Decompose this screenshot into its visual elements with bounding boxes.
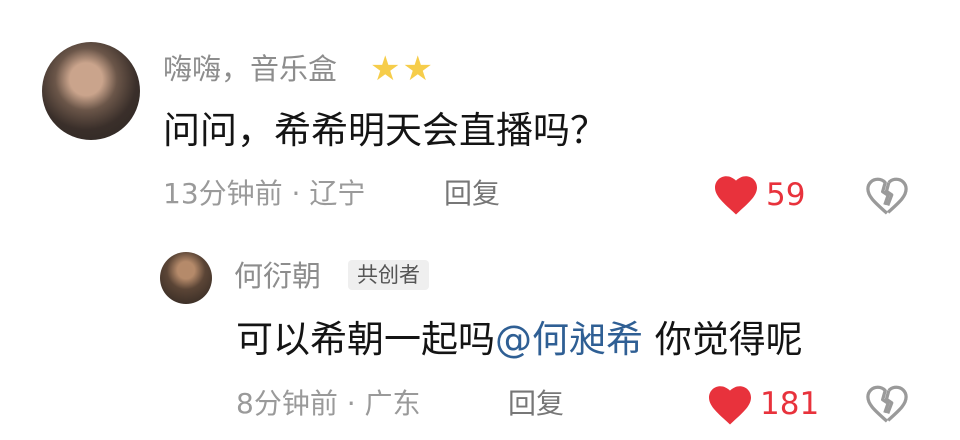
like-heart-icon[interactable]: [707, 384, 753, 426]
reply-meta: 8分钟前 · 广东: [236, 387, 421, 420]
comment-username[interactable]: 嗨嗨，音乐盒: [163, 49, 337, 89]
comment-text: 问问，希希明天会直播吗？: [163, 109, 607, 152]
reply-text-suffix: 你觉得呢: [643, 318, 803, 361]
star-icon: ★: [402, 49, 433, 89]
reply-username[interactable]: 何衍朝: [234, 256, 321, 296]
avatar[interactable]: [42, 42, 140, 140]
comment-meta: 13分钟前 · 辽宁: [163, 177, 366, 210]
reply-button[interactable]: 回复: [508, 386, 564, 422]
user-star-badges: ★ ★: [370, 52, 433, 86]
star-icon: ★: [370, 49, 401, 89]
creator-badge: 共创者: [348, 260, 429, 290]
dislike-broken-heart-icon[interactable]: [865, 384, 909, 424]
like-heart-icon[interactable]: [713, 174, 759, 216]
reply-text-prefix: 可以希朝一起吗: [236, 318, 495, 361]
like-count: 181: [760, 386, 820, 422]
reply-button[interactable]: 回复: [444, 176, 500, 212]
reply-avatar[interactable]: [160, 252, 212, 304]
like-count: 59: [766, 177, 806, 213]
mention-link[interactable]: @何昶希: [495, 318, 643, 361]
reply-text: 可以希朝一起吗@何昶希 你觉得呢: [236, 316, 803, 364]
dislike-broken-heart-icon[interactable]: [865, 176, 909, 216]
